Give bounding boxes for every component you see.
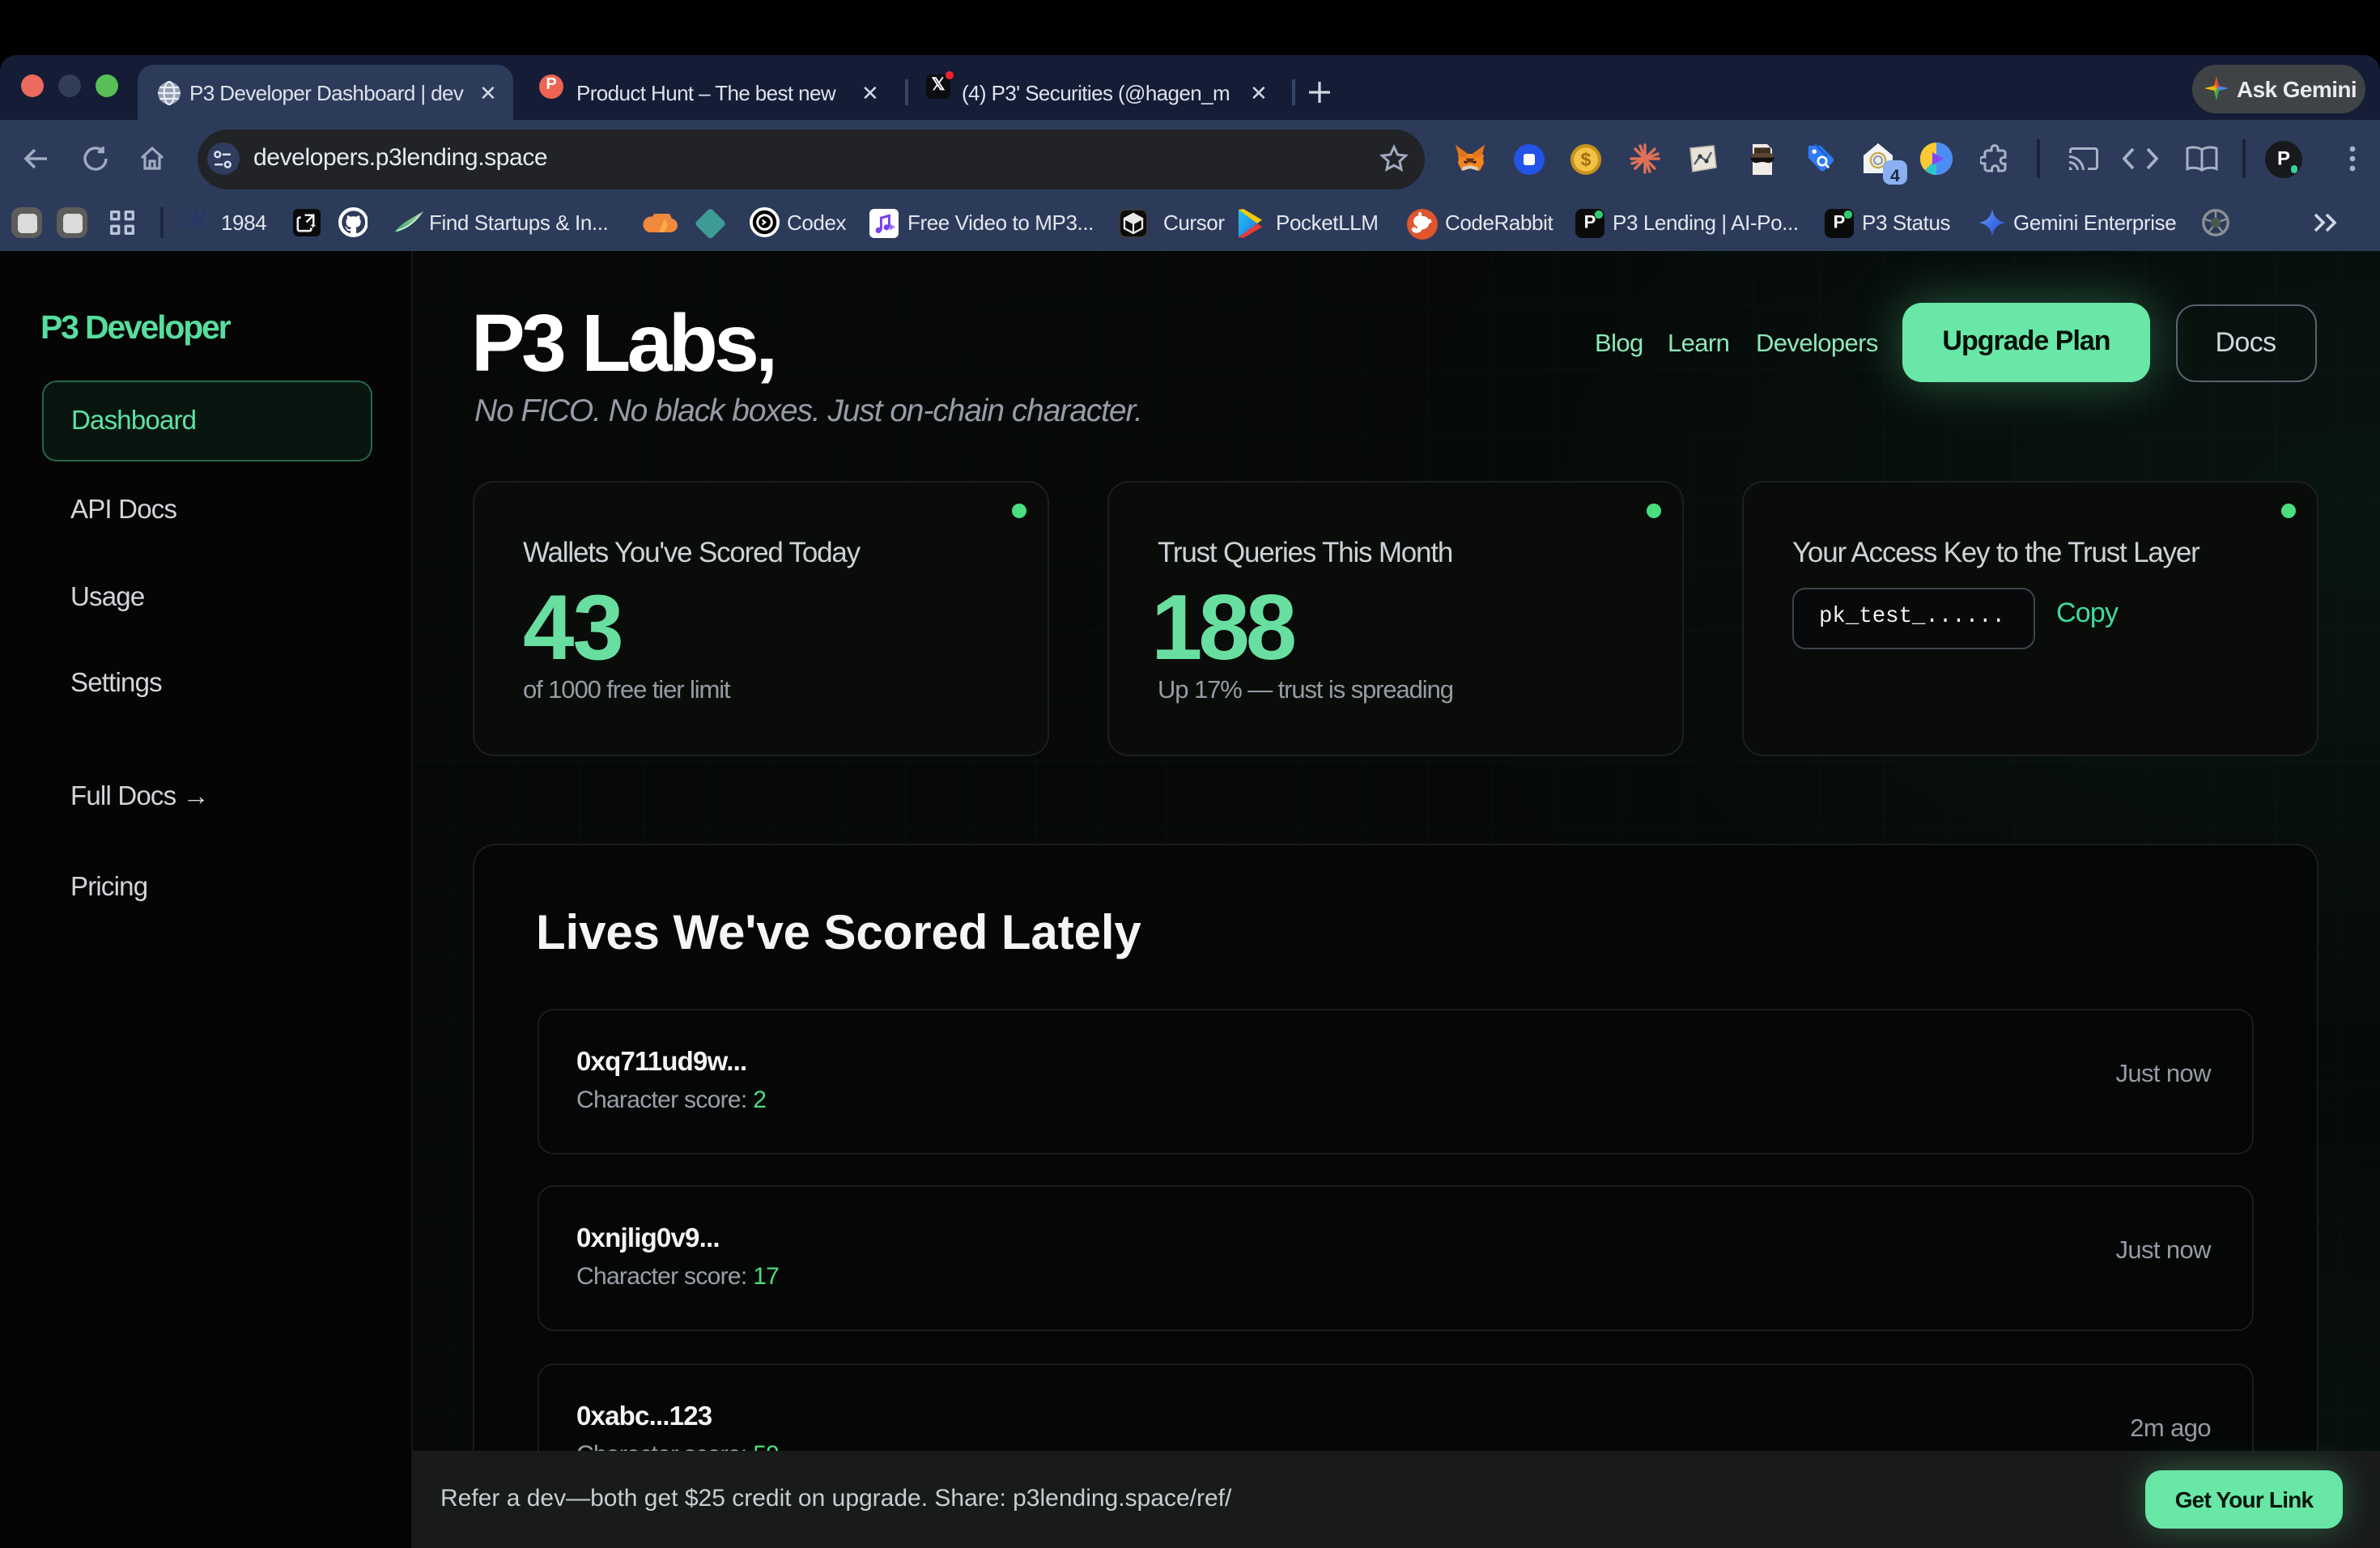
svg-text:$: $	[1581, 148, 1592, 169]
